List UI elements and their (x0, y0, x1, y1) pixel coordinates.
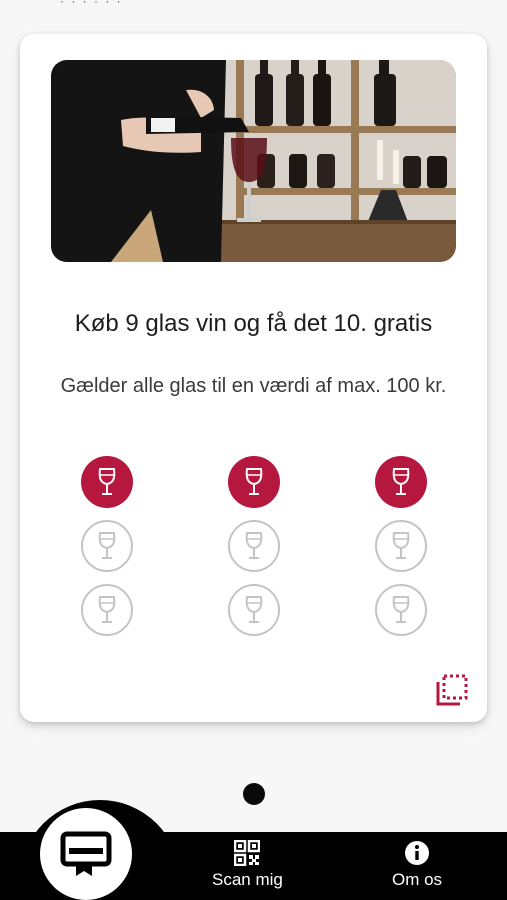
stamp-empty (81, 520, 133, 572)
nav-scan-label: Scan mig (212, 870, 283, 889)
nav-loyalty-cards-button[interactable] (40, 808, 132, 900)
nav-about-button[interactable]: Om os (392, 840, 442, 890)
stamp-empty (375, 520, 427, 572)
wine-glass-icon (392, 468, 410, 495)
wine-glass-icon (245, 596, 263, 623)
nav-about-label: Om os (392, 870, 443, 889)
stamp-collected (81, 456, 133, 508)
loyalty-card[interactable]: Køb 9 glas vin og få det 10. gratis Gæld… (20, 34, 487, 722)
wine-glass-icon (245, 532, 263, 559)
page-indicator-dot (243, 783, 265, 805)
stamp-empty (228, 520, 280, 572)
stamp-empty (375, 584, 427, 636)
wine-glass-icon (98, 532, 116, 559)
stamp-collected (228, 456, 280, 508)
wine-pouring-photo (51, 60, 456, 262)
wine-glass-icon (392, 532, 410, 559)
info-icon (405, 841, 430, 865)
wine-glass-icon (392, 596, 410, 623)
stamp-empty (228, 584, 280, 636)
stamp-empty (81, 584, 133, 636)
wine-glass-icon (245, 468, 263, 495)
stamp-collected (375, 456, 427, 508)
nav-scan-button[interactable]: Scan mig (212, 840, 283, 890)
wine-glass-icon (98, 468, 116, 495)
scan-corner-icon[interactable] (434, 672, 470, 708)
loyalty-card-icon (60, 831, 112, 876)
status-bar-remnant: · · · · · · (60, 0, 123, 8)
wine-glass-icon (98, 596, 116, 623)
qr-code-icon (234, 840, 261, 866)
card-title: Køb 9 glas vin og få det 10. gratis (74, 310, 433, 337)
card-description: Gælder alle glas til en værdi af max. 10… (60, 375, 447, 397)
stamp-grid (20, 456, 487, 636)
